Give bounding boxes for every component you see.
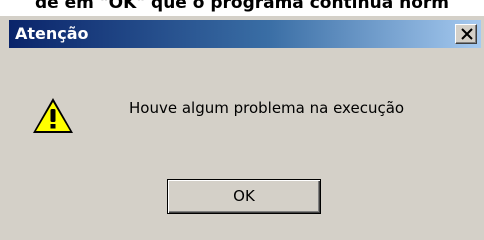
ok-button[interactable]: OK <box>167 179 321 214</box>
alert-dialog: Atenção Houve algum problema na execução… <box>0 16 484 240</box>
background-window-text: de em "OK" que o programa continua norm <box>34 0 449 13</box>
close-icon <box>461 28 473 40</box>
dialog-titlebar[interactable]: Atenção <box>9 20 481 48</box>
ok-button-label: OK <box>233 187 255 205</box>
close-button[interactable] <box>455 24 477 44</box>
dialog-message: Houve algum problema na execução <box>129 99 405 117</box>
dialog-title: Atenção <box>15 24 89 43</box>
warning-icon <box>33 98 73 133</box>
